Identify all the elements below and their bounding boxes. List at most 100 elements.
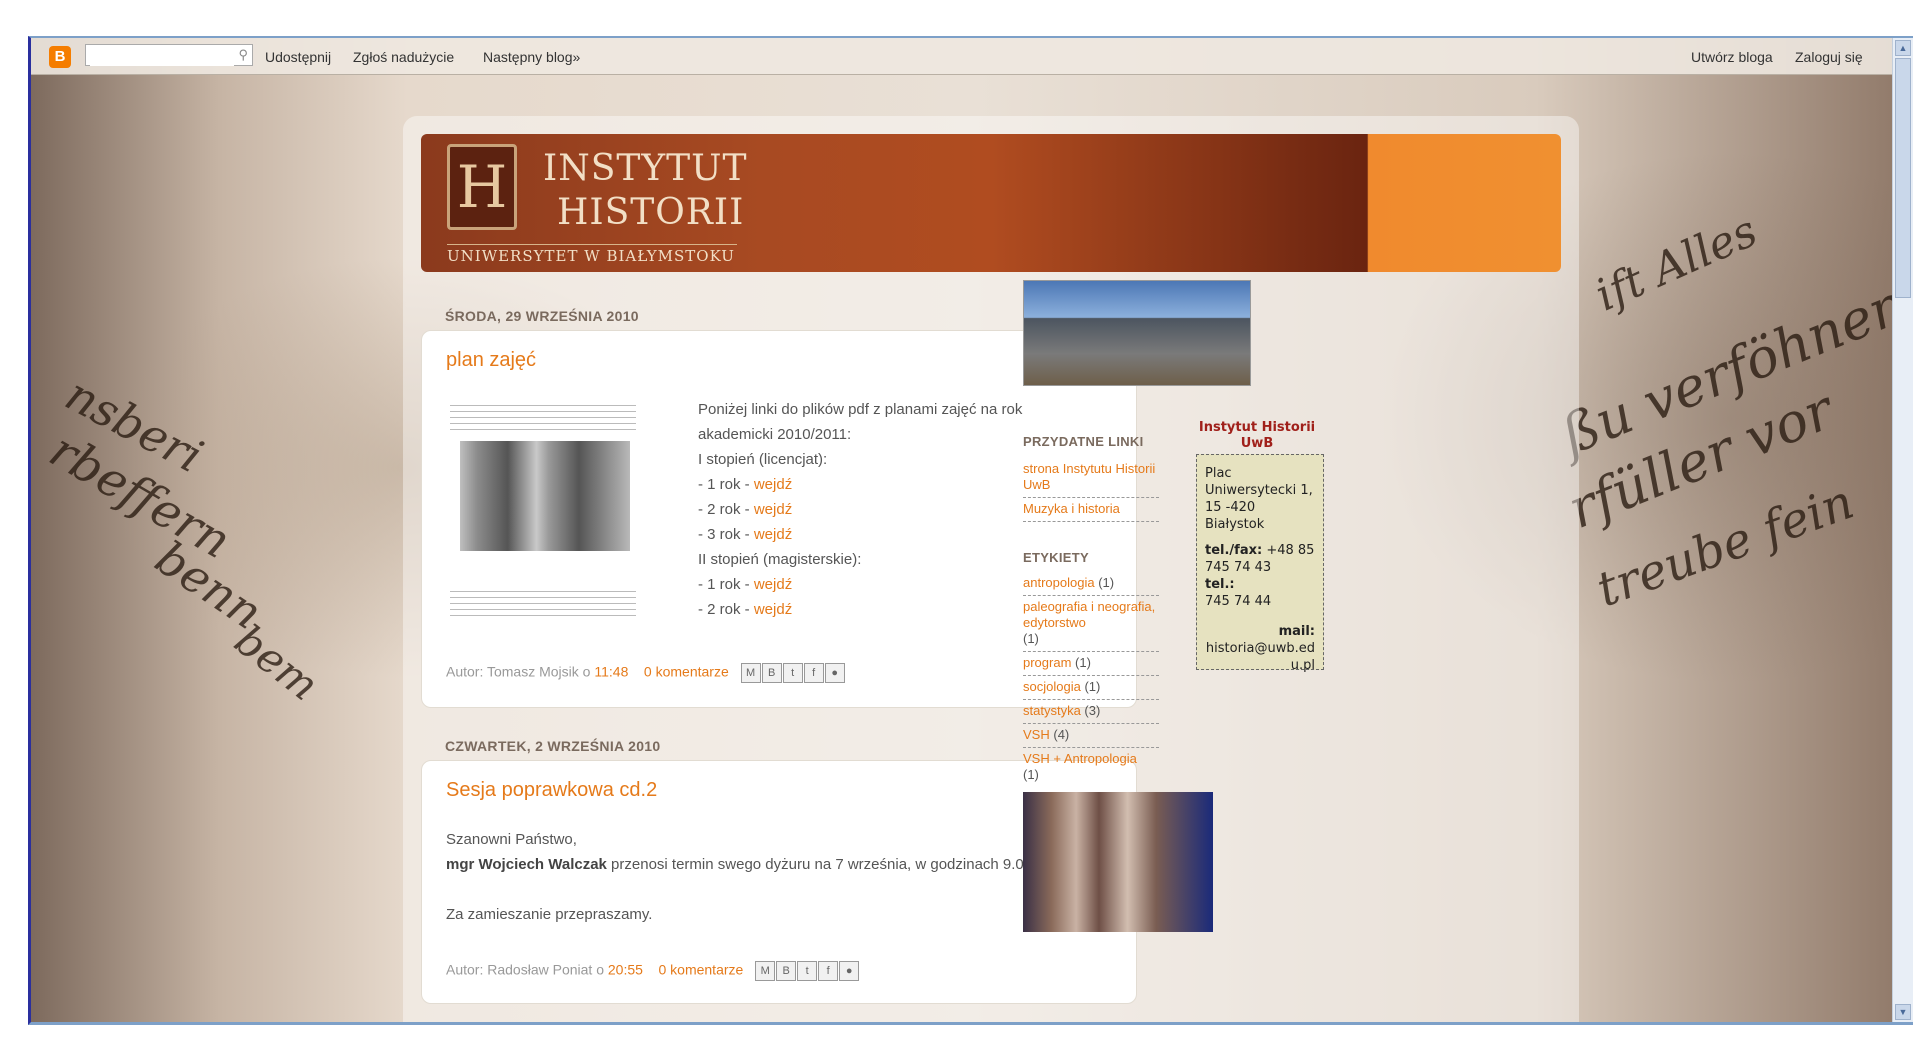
portrait-photo <box>460 441 630 551</box>
old-books-photo[interactable] <box>1023 792 1213 932</box>
blog-header[interactable]: H INSTYTUT HISTORII UNIWERSYTET W BIAŁYM… <box>421 134 1561 272</box>
background-text: ift Alles <box>1588 205 1765 322</box>
post-paragraph: mgr Wojciech Walczak przenosi termin swe… <box>446 852 1106 877</box>
comments-link[interactable]: 0 komentarze <box>644 664 729 680</box>
institute-website-link[interactable]: strona Instytutu Historii UwB <box>1023 461 1155 492</box>
post-apology: Za zamieszanie przepraszamy. <box>446 906 653 923</box>
useful-links-heading: PRZYDATNE LINKI <box>1023 434 1144 449</box>
enter-link[interactable]: wejdź <box>754 576 792 593</box>
facebook-icon[interactable]: f <box>803 663 824 683</box>
blog-content: H INSTYTUT HISTORII UNIWERSYTET W BIAŁYM… <box>403 116 1579 1022</box>
institute-contact-box: Plac Uniwersytecki 1, 15 -420 Białystok … <box>1196 454 1324 673</box>
label-count: (1) <box>1098 575 1115 590</box>
music-staff-image <box>450 587 636 621</box>
header-subtitle: UNIWERSYTET W BIAŁYMSTOKU <box>447 244 737 265</box>
enter-link[interactable]: wejdź <box>754 476 792 493</box>
facebook-icon[interactable]: f <box>818 961 839 981</box>
buzz-icon[interactable]: ● <box>839 961 860 981</box>
schedule-item: - 3 rok - wejdź <box>698 522 1098 547</box>
post-date: CZWARTEK, 2 WRZEŚNIA 2010 <box>445 738 661 754</box>
tel-label: tel.: <box>1205 577 1235 592</box>
person-name: mgr Wojciech Walczak <box>446 856 607 873</box>
header-title-line2: HISTORII <box>557 192 745 233</box>
institute-title: Instytut Historii UwB <box>1198 420 1316 451</box>
blogger-icon[interactable]: B <box>761 663 782 683</box>
label-link[interactable]: program <box>1023 655 1071 670</box>
music-staff-image <box>450 401 636 435</box>
item-prefix: - 1 rok - <box>698 576 754 593</box>
header-title-line1: INSTYTUT <box>543 148 748 189</box>
post-author: Autor: Tomasz Mojsik o <box>446 663 595 680</box>
label-count: (3) <box>1084 703 1101 718</box>
blogger-navbar: B ⚲ Udostępnij Zgłoś nadużycie Następny … <box>31 38 1913 75</box>
share-link[interactable]: Udostępnij <box>265 49 331 65</box>
university-building-photo[interactable] <box>1023 280 1251 386</box>
report-abuse-link[interactable]: Zgłoś nadużycie <box>353 49 454 65</box>
next-blog-link[interactable]: Następny blog» <box>483 49 580 65</box>
institute-logo: H <box>447 144 517 230</box>
label-link[interactable]: VSH <box>1023 727 1050 742</box>
scroll-thumb[interactable] <box>1895 58 1911 298</box>
email-icon[interactable]: M <box>740 663 761 683</box>
post-thumbnail[interactable] <box>450 401 636 621</box>
search-icon[interactable]: ⚲ <box>238 47 248 63</box>
create-blog-link[interactable]: Utwórz bloga <box>1691 49 1773 65</box>
share-buttons: M Bt f ● <box>740 663 846 683</box>
list-item: Muzyka i historia <box>1023 498 1159 522</box>
sign-in-link[interactable]: Zaloguj się <box>1795 49 1863 65</box>
music-history-link[interactable]: Muzyka i historia <box>1023 501 1120 516</box>
blogger-icon[interactable]: B <box>49 46 71 68</box>
twitter-icon[interactable]: t <box>782 663 803 683</box>
blogger-icon[interactable]: B <box>776 961 797 981</box>
browser-viewport: nsberi rbeffern benn bem ßu verföhnen rf… <box>28 36 1913 1025</box>
label-link[interactable]: socjologia <box>1023 679 1081 694</box>
label-item: socjologia (1) <box>1023 676 1159 700</box>
telfax-line: tel./fax: +48 85 745 74 43 <box>1205 542 1315 576</box>
post-footer: Autor: Radosław Poniat o 20:55 0 komenta… <box>446 961 860 981</box>
item-prefix: - 2 rok - <box>698 601 754 618</box>
label-count: (4) <box>1053 727 1070 742</box>
label-item: VSH (4) <box>1023 724 1159 748</box>
vertical-scrollbar[interactable]: ▲ ▼ <box>1892 38 1913 1022</box>
item-prefix: - 1 rok - <box>698 476 754 493</box>
post-title-link[interactable]: Sesja poprawkowa cd.2 <box>446 779 657 802</box>
label-count: (1) <box>1023 631 1039 646</box>
label-count: (1) <box>1084 679 1101 694</box>
label-item: program (1) <box>1023 652 1159 676</box>
label-link[interactable]: antropologia <box>1023 575 1095 590</box>
label-link[interactable]: statystyka <box>1023 703 1081 718</box>
post-timestamp-link[interactable]: 20:55 <box>608 962 643 978</box>
share-buttons: M Bt f ● <box>755 961 860 981</box>
list-item: strona Instytutu Historii UwB <box>1023 458 1159 498</box>
label-item: paleografia i neografia, edytorstwo (1) <box>1023 596 1159 652</box>
post-timestamp-link[interactable]: 11:48 <box>594 664 628 680</box>
post-text: przenosi termin swego dyżuru na 7 wrześn… <box>606 856 1079 873</box>
item-prefix: - 2 rok - <box>698 501 754 518</box>
label-count: (1) <box>1023 767 1039 782</box>
label-item: statystyka (3) <box>1023 700 1159 724</box>
mail-value: historia@uwb.edu.pl <box>1205 641 1315 673</box>
post-greeting: Szanowni Państwo, <box>446 831 577 848</box>
comments-link[interactable]: 0 komentarze <box>658 962 743 978</box>
post-author: Autor: Radosław Poniat o <box>446 961 608 978</box>
label-link[interactable]: paleografia i neografia, edytorstwo <box>1023 599 1155 630</box>
scroll-up-arrow[interactable]: ▲ <box>1895 40 1911 56</box>
post-title-link[interactable]: plan zajęć <box>446 349 536 372</box>
labels-heading: ETYKIETY <box>1023 550 1089 565</box>
institute-address: Plac Uniwersytecki 1, 15 -420 Białystok <box>1205 466 1313 532</box>
enter-link[interactable]: wejdź <box>754 601 792 618</box>
label-link[interactable]: VSH + Antropologia <box>1023 751 1137 766</box>
label-count: (1) <box>1075 655 1091 670</box>
enter-link[interactable]: wejdź <box>754 526 792 543</box>
enter-link[interactable]: wejdź <box>754 501 792 518</box>
tel-value: 745 74 44 <box>1205 594 1272 609</box>
useful-links-list: strona Instytutu Historii UwB Muzyka i h… <box>1023 458 1159 522</box>
scroll-down-arrow[interactable]: ▼ <box>1895 1004 1911 1020</box>
email-icon[interactable]: M <box>755 961 776 981</box>
mail-label: mail: <box>1278 624 1315 639</box>
twitter-icon[interactable]: t <box>797 961 818 981</box>
post-date: ŚRODA, 29 WRZEŚNIA 2010 <box>445 308 639 324</box>
search-input[interactable] <box>90 46 234 66</box>
post-body: Szanowni Państwo, mgr Wojciech Walczak p… <box>446 827 1106 927</box>
buzz-icon[interactable]: ● <box>824 663 845 683</box>
